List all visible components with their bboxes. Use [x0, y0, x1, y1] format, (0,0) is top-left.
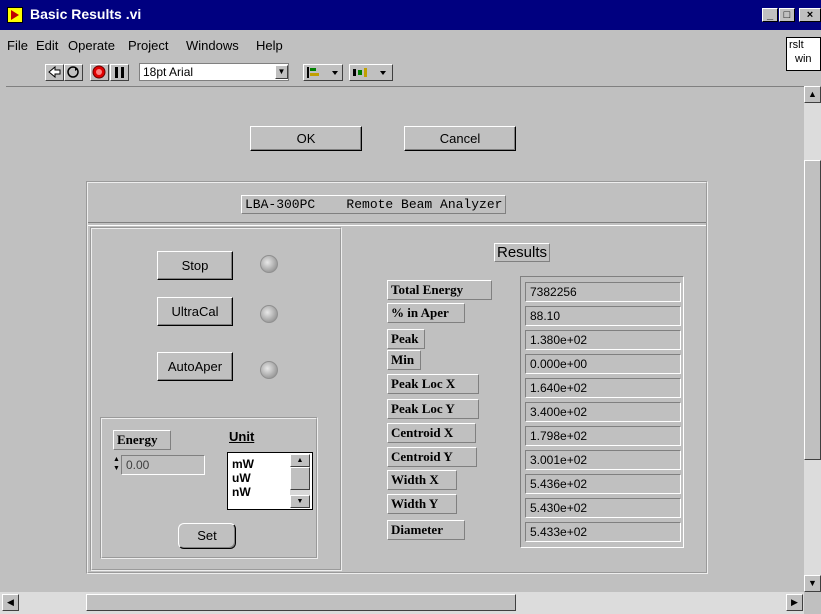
horizontal-scroll-thumb[interactable]	[86, 594, 516, 611]
width-y-value: 5.430e+02	[525, 498, 681, 518]
scroll-corner	[804, 592, 821, 614]
centroid-y-label: Centroid Y	[387, 447, 477, 467]
width-x-label: Width X	[387, 470, 457, 490]
width-x-value: 5.436e+02	[525, 474, 681, 494]
centroid-x-value: 1.798e+02	[525, 426, 681, 446]
banner-title: LBA-300PC Remote Beam Analyzer	[241, 195, 507, 214]
energy-increment-icon[interactable]: ▲ ▼	[113, 455, 120, 475]
cancel-button[interactable]: Cancel	[404, 126, 516, 151]
stop-button[interactable]: Stop	[157, 251, 233, 280]
pause-icon[interactable]	[110, 64, 129, 81]
labview-vi-icon[interactable]	[7, 7, 23, 23]
results-title: Results	[494, 243, 551, 262]
banner-divider	[88, 222, 706, 226]
vertical-scroll-thumb[interactable]	[804, 160, 821, 460]
energy-input[interactable]: 0.00	[121, 455, 205, 475]
vi-icon-text-2: win	[795, 53, 812, 65]
min-value: 0.000e+00	[525, 354, 681, 374]
diameter-label: Diameter	[387, 520, 465, 540]
window-title: Basic Results .vi	[30, 6, 142, 22]
set-button[interactable]: Set	[178, 523, 236, 549]
run-icon[interactable]	[45, 64, 64, 81]
ultracal-button[interactable]: UltraCal	[157, 297, 233, 326]
diameter-value: 5.433e+02	[525, 522, 681, 542]
min-label: Min	[387, 350, 421, 370]
align-objects-button[interactable]	[303, 64, 343, 81]
peak-label: Peak	[387, 329, 425, 349]
unit-scroll-down-icon[interactable]: ▼	[290, 495, 310, 508]
font-selector[interactable]: 18pt Arial	[139, 63, 289, 81]
unit-scroll-up-icon[interactable]: ▲	[290, 454, 310, 467]
scroll-down-icon[interactable]: ▼	[804, 575, 821, 592]
scroll-left-icon[interactable]: ◀	[2, 594, 19, 611]
autoaper-led	[260, 361, 278, 379]
minimize-button[interactable]: _	[762, 8, 778, 22]
total-energy-label: Total Energy	[387, 280, 492, 300]
menu-operate[interactable]: Operate	[68, 38, 115, 53]
font-dropdown-arrow-icon[interactable]: ▼	[275, 65, 288, 79]
energy-label: Energy	[113, 430, 171, 450]
peak-loc-x-label: Peak Loc X	[387, 374, 479, 394]
maximize-button[interactable]: □	[779, 8, 795, 22]
autoaper-button[interactable]: AutoAper	[157, 352, 233, 381]
scroll-up-icon[interactable]: ▲	[804, 86, 821, 103]
abort-icon[interactable]	[90, 64, 109, 81]
distribute-objects-button[interactable]	[349, 64, 393, 81]
total-energy-value: 7382256	[525, 282, 681, 302]
peak-value: 1.380e+02	[525, 330, 681, 350]
peak-loc-x-value: 1.640e+02	[525, 378, 681, 398]
centroid-y-value: 3.001e+02	[525, 450, 681, 470]
width-y-label: Width Y	[387, 494, 457, 514]
ultracal-led	[260, 305, 278, 323]
unit-label: Unit	[229, 429, 255, 444]
ok-button[interactable]: OK	[250, 126, 362, 151]
peak-loc-y-label: Peak Loc Y	[387, 399, 479, 419]
close-button[interactable]: ×	[799, 8, 821, 22]
centroid-x-label: Centroid X	[387, 423, 476, 443]
percent-in-aper-value: 88.10	[525, 306, 681, 326]
scroll-right-icon[interactable]: ▶	[786, 594, 803, 611]
menu-help[interactable]: Help	[256, 38, 283, 53]
menu-windows[interactable]: Windows	[186, 38, 239, 53]
percent-in-aper-label: % in Aper	[387, 303, 465, 323]
vi-icon-pane: rslt win	[786, 37, 821, 71]
menu-project[interactable]: Project	[128, 38, 168, 53]
peak-loc-y-value: 3.400e+02	[525, 402, 681, 422]
unit-scroll-thumb[interactable]	[290, 467, 310, 490]
stop-led	[260, 255, 278, 273]
run-continuously-icon[interactable]	[64, 64, 83, 81]
menu-edit[interactable]: Edit	[36, 38, 58, 53]
vi-icon-text-1: rslt	[789, 39, 804, 51]
menu-file[interactable]: File	[7, 38, 28, 53]
